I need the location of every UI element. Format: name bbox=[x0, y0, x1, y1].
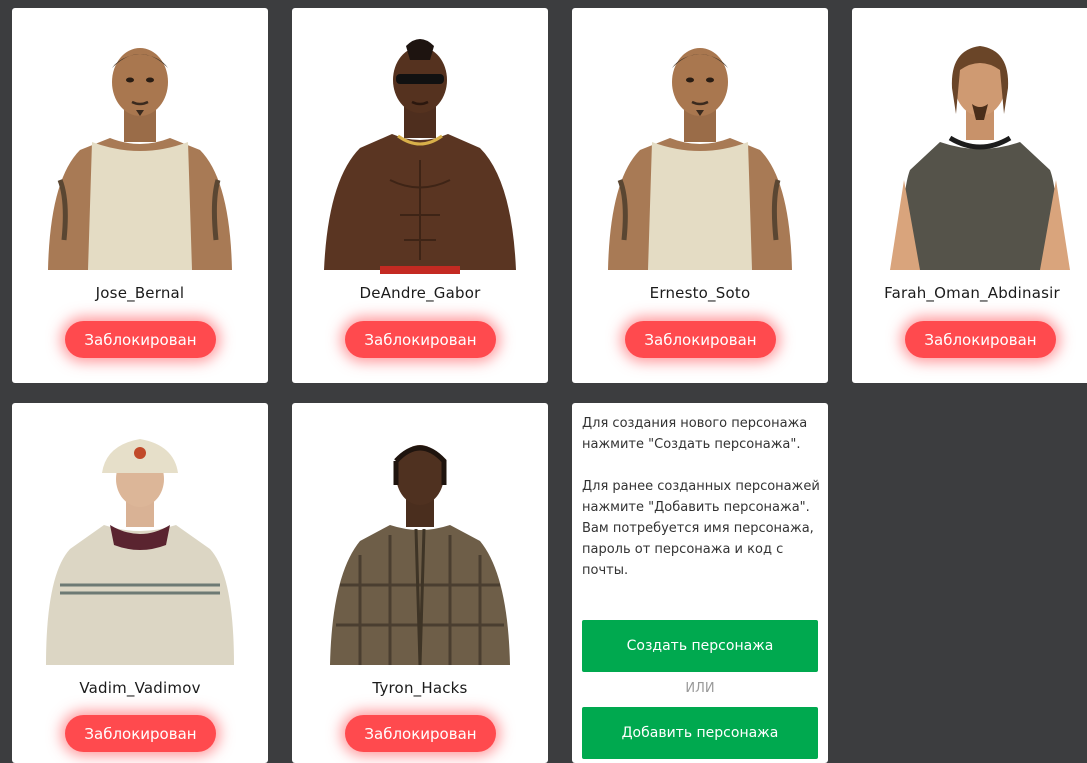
character-name: Farah_Oman_Abdinasir bbox=[884, 284, 1060, 302]
character-avatar bbox=[40, 30, 240, 278]
character-card[interactable]: Farah_Oman_Abdinasir Заблокирован bbox=[852, 8, 1087, 383]
character-avatar bbox=[320, 30, 520, 278]
character-name: Ernesto_Soto bbox=[649, 284, 751, 302]
or-separator: ИЛИ bbox=[685, 681, 715, 696]
character-card[interactable]: Vadim_Vadimov Заблокирован bbox=[12, 403, 268, 763]
character-avatar bbox=[40, 425, 240, 673]
character-avatar bbox=[320, 425, 520, 673]
character-avatar bbox=[600, 30, 800, 278]
info-paragraph-create: Для создания нового персонажа нажмите "С… bbox=[582, 416, 808, 452]
info-card: Для создания нового персонажа нажмите "С… bbox=[572, 403, 828, 763]
blocked-status-button[interactable]: Заблокирован bbox=[345, 715, 496, 752]
blocked-status-button[interactable]: Заблокирован bbox=[625, 321, 776, 358]
character-card[interactable]: Tyron_Hacks Заблокирован bbox=[292, 403, 548, 763]
character-card[interactable]: Jose_Bernal Заблокирован bbox=[12, 8, 268, 383]
character-avatar bbox=[880, 30, 1080, 278]
character-card[interactable]: Ernesto_Soto Заблокирован bbox=[572, 8, 828, 383]
add-character-button[interactable]: Добавить персонажа bbox=[582, 707, 818, 759]
character-name: Vadim_Vadimov bbox=[79, 679, 201, 697]
character-name: DeAndre_Gabor bbox=[359, 284, 481, 302]
character-name: Tyron_Hacks bbox=[372, 679, 468, 697]
blocked-status-button[interactable]: Заблокирован bbox=[65, 321, 216, 358]
blocked-status-button[interactable]: Заблокирован bbox=[345, 321, 496, 358]
info-text: Для создания нового персонажа нажмите "С… bbox=[582, 413, 820, 602]
create-character-button[interactable]: Создать персонажа bbox=[582, 620, 818, 672]
blocked-status-button[interactable]: Заблокирован bbox=[905, 321, 1056, 358]
info-paragraph-add: Для ранее созданных персонажей нажмите "… bbox=[582, 479, 820, 578]
character-card[interactable]: DeAndre_Gabor Заблокирован bbox=[292, 8, 548, 383]
character-name: Jose_Bernal bbox=[95, 284, 185, 302]
blocked-status-button[interactable]: Заблокирован bbox=[65, 715, 216, 752]
